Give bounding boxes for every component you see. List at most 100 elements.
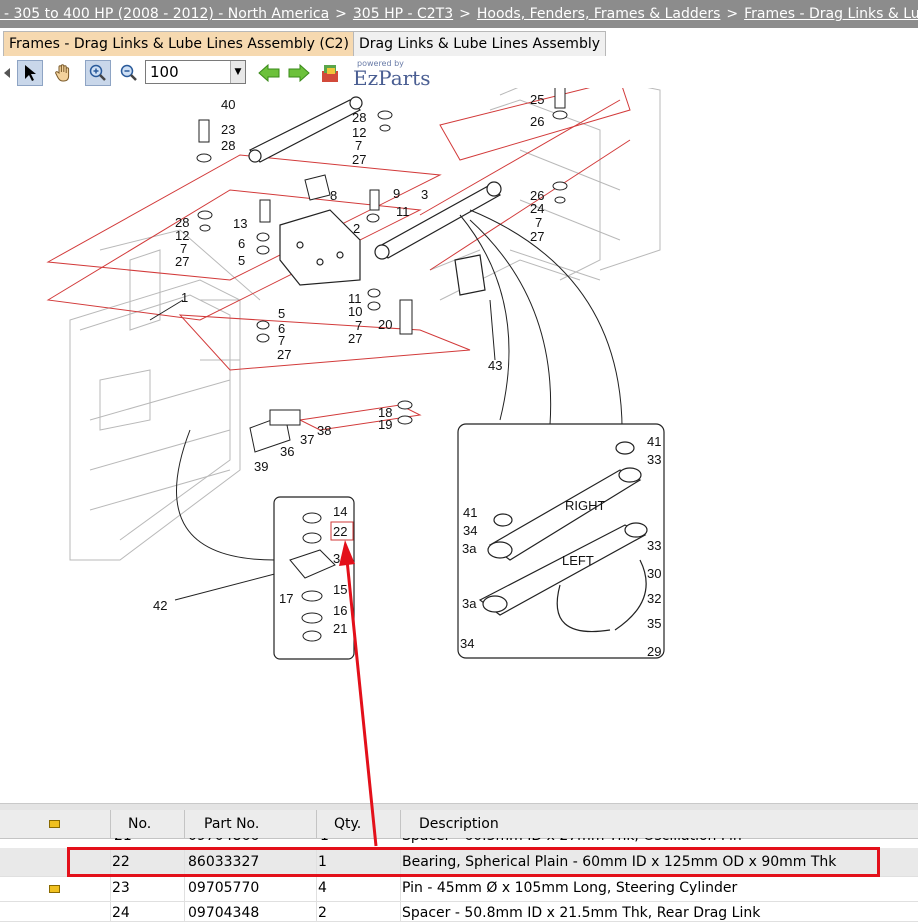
cell-no: 24 [111, 901, 185, 921]
note-icon [49, 884, 60, 893]
forward-button[interactable] [286, 60, 312, 86]
column-header-qty[interactable]: Qty. [317, 810, 401, 838]
svg-text:27: 27 [348, 331, 362, 346]
table-row[interactable]: 24 09704348 2 Spacer - 50.8mm ID x 21.5m… [0, 901, 918, 922]
svg-text:3a: 3a [462, 596, 477, 611]
column-header-no[interactable]: No. [111, 810, 185, 838]
breadcrumb: t - 305 to 400 HP (2008 - 2012) - North … [0, 0, 918, 28]
chevron-down-icon[interactable]: ▼ [230, 61, 245, 83]
svg-text:41: 41 [647, 434, 661, 449]
pointer-icon [25, 65, 36, 81]
breadcrumb-separator: > [459, 6, 471, 22]
svg-text:37: 37 [300, 432, 314, 447]
svg-text:19: 19 [378, 417, 392, 432]
note-column-header[interactable] [0, 810, 111, 838]
svg-text:39: 39 [254, 459, 268, 474]
zoom-select[interactable]: 100 ▼ [145, 60, 246, 84]
svg-text:33: 33 [647, 538, 661, 553]
svg-text:15: 15 [333, 582, 347, 597]
breadcrumb-link-category[interactable]: Hoods, Fenders, Frames & Ladders [477, 6, 721, 22]
svg-text:25: 25 [530, 92, 544, 107]
svg-text:41: 41 [463, 505, 477, 520]
svg-text:LEFT: LEFT [562, 553, 594, 568]
zoom-out-icon [120, 64, 137, 81]
table-row[interactable]: 23 09705770 4 Pin - 45mm Ø x 105mm Long,… [0, 876, 918, 902]
column-header-part-no[interactable]: Part No. [185, 810, 317, 838]
column-header-description[interactable]: Description [401, 810, 918, 838]
pointer-tool-button[interactable] [17, 60, 43, 86]
cell-part-no: 09704348 [185, 901, 317, 921]
cell-qty: 2 [317, 901, 401, 921]
svg-text:20: 20 [378, 317, 392, 332]
svg-text:34: 34 [460, 636, 474, 651]
scroll-left-button[interactable] [0, 60, 14, 86]
highlight-box [67, 847, 880, 877]
svg-text:9: 9 [393, 186, 400, 201]
cell-note[interactable] [0, 876, 111, 901]
svg-text:29: 29 [647, 644, 661, 659]
svg-text:16: 16 [333, 603, 347, 618]
breadcrumb-link-model[interactable]: t - 305 to 400 HP (2008 - 2012) - North … [0, 6, 329, 22]
breadcrumb-separator: > [335, 6, 347, 22]
diagram-drawing: RIGHT LEFT 402328 2526 2812727 9811 3 26… [46, 69, 665, 660]
svg-text:35: 35 [647, 616, 661, 631]
cell-qty: 4 [317, 876, 401, 901]
svg-text:21: 21 [333, 621, 347, 636]
parts-diagram[interactable]: RIGHT LEFT 40 23 28 25 26 28 12 7 27 9 8 11 3 26… [0, 69, 918, 803]
svg-text:6: 6 [238, 236, 245, 251]
svg-text:33: 33 [647, 452, 661, 467]
svg-text:3: 3 [421, 187, 428, 202]
svg-text:42: 42 [153, 598, 167, 613]
svg-text:7: 7 [355, 138, 362, 153]
cell-no: 23 [111, 876, 185, 901]
svg-text:7: 7 [278, 333, 285, 348]
ezparts-logo-button[interactable] [318, 60, 344, 86]
zoom-in-button[interactable] [85, 60, 111, 86]
svg-text:24: 24 [530, 201, 544, 216]
svg-text:27: 27 [175, 254, 189, 269]
svg-text:27: 27 [352, 152, 366, 167]
svg-text:27: 27 [530, 229, 544, 244]
zoom-value: 100 [150, 63, 179, 81]
svg-text:28: 28 [221, 138, 235, 153]
svg-text:43: 43 [488, 358, 502, 373]
svg-text:14: 14 [333, 504, 347, 519]
svg-text:5: 5 [278, 306, 285, 321]
breadcrumb-separator: > [726, 6, 739, 22]
breadcrumb-link-hp[interactable]: 305 HP - C2T3 [353, 6, 453, 22]
cell-description: Pin - 45mm Ø x 105mm Long, Steering Cyli… [402, 880, 738, 896]
parts-table-header: No. Part No. Qty. Description [0, 810, 918, 839]
pan-tool-button[interactable] [50, 60, 76, 86]
svg-text:RIGHT: RIGHT [565, 498, 606, 513]
svg-text:22: 22 [333, 524, 347, 539]
cell-note [0, 901, 111, 921]
svg-text:23: 23 [221, 122, 235, 137]
zoom-out-button[interactable] [116, 60, 142, 86]
tab-frames-drag-links-c2[interactable]: Frames - Drag Links & Lube Lines Assembl… [3, 31, 355, 56]
svg-text:10: 10 [348, 304, 362, 319]
note-icon [49, 820, 60, 828]
tab-drag-links-lube-lines[interactable]: Drag Links & Lube Lines Assembly [353, 31, 607, 56]
breadcrumb-link-assembly[interactable]: Frames - Drag Links & Lube Lines Assembl… [744, 6, 918, 22]
svg-text:17: 17 [279, 591, 293, 606]
zoom-in-icon [89, 64, 106, 81]
svg-text:34: 34 [333, 551, 347, 566]
cell-description: Spacer - 50.8mm ID x 21.5mm Thk, Rear Dr… [402, 905, 761, 921]
svg-text:28: 28 [352, 110, 366, 125]
forward-arrow-icon [288, 64, 310, 82]
back-button[interactable] [256, 60, 282, 86]
cell-part-no: 09705770 [185, 876, 317, 901]
svg-text:5: 5 [238, 253, 245, 268]
tab-bar: Frames - Drag Links & Lube Lines Assembl… [0, 28, 918, 58]
svg-text:7: 7 [535, 215, 542, 230]
back-arrow-icon [258, 64, 280, 82]
svg-text:36: 36 [280, 444, 294, 459]
ezparts-logo-icon [322, 65, 338, 82]
svg-text:27: 27 [277, 347, 291, 362]
svg-text:2: 2 [353, 221, 360, 236]
svg-text:34: 34 [463, 523, 477, 538]
svg-text:32: 32 [647, 591, 661, 606]
scroll-left-icon [4, 68, 10, 78]
svg-text:13: 13 [233, 216, 247, 231]
toolbar [0, 57, 918, 88]
